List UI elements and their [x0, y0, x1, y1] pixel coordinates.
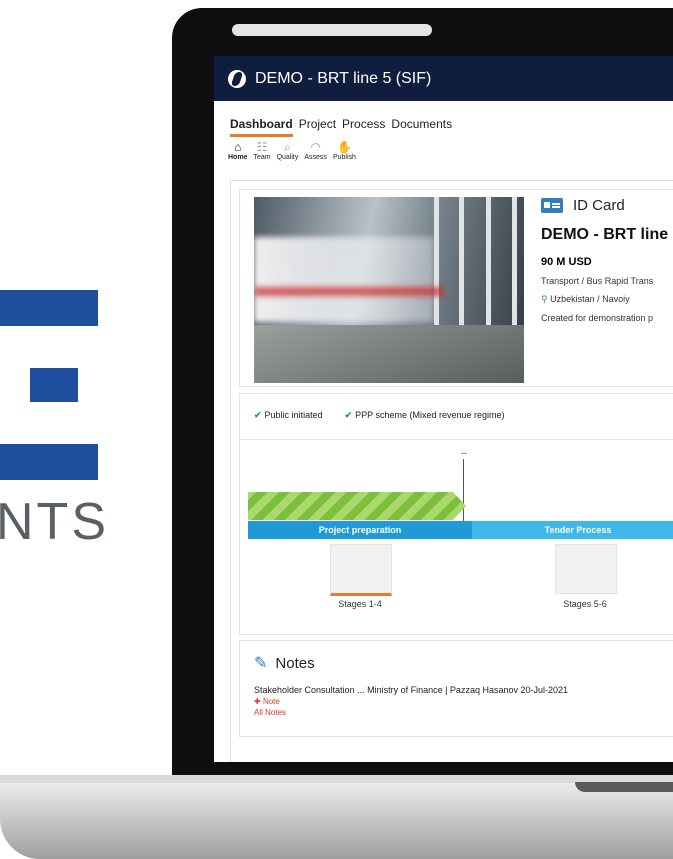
tab-documents[interactable]: Documents — [391, 117, 452, 137]
stage-label-5-6: Stages 5-6 — [563, 599, 607, 609]
handshake-icon: ✋ — [336, 140, 352, 154]
stage-label-1-4: Stages 1-4 — [338, 599, 382, 609]
team-icon: ☷ — [256, 140, 268, 154]
gauge-icon: ◠ — [310, 140, 321, 154]
project-sector: Transport / Bus Rapid Trans — [541, 276, 654, 286]
dashboard-toolbar: ⌂ Home ☷ Team ⌕ Quality ◠ Assess ✋ Publi… — [214, 137, 673, 161]
id-card: ID Card DEMO - BRT line 90 M USD Transpo… — [541, 197, 673, 323]
toolbar-quality[interactable]: ⌕ Quality — [277, 140, 299, 161]
checkmark-icon: ✔ — [254, 410, 262, 420]
brand-text: NTS — [0, 493, 109, 551]
project-title: DEMO - BRT line — [541, 226, 669, 243]
phase-project-preparation[interactable]: Project preparation — [248, 521, 472, 539]
plus-icon: ✚ — [254, 697, 263, 706]
project-description: Created for demonstration p — [541, 313, 654, 323]
check-ppp-scheme: ✔ PPP scheme (Mixed revenue regime) — [344, 410, 505, 420]
toolbar-publish[interactable]: ✋ Publish — [333, 140, 356, 161]
add-note-link[interactable]: ✚ Note — [240, 697, 673, 706]
project-overview-panel: ID Card DEMO - BRT line 90 M USD Transpo… — [239, 189, 673, 387]
laptop-camera-bar — [232, 24, 432, 36]
main-nav: Dashboard Project Process Documents — [214, 101, 673, 137]
magnifier-icon: ⌕ — [284, 140, 291, 154]
app-logo-icon — [228, 69, 246, 88]
location-pin-icon: ⚲ — [541, 294, 548, 304]
laptop-screen: DEMO - BRT line 5 (SIF) Dashboard Projec… — [214, 56, 673, 762]
tab-process[interactable]: Process — [342, 117, 385, 137]
stage-box-5-6[interactable] — [555, 544, 617, 594]
dashboard-content: ID Card DEMO - BRT line 90 M USD Transpo… — [230, 180, 673, 762]
laptop-base — [0, 775, 673, 859]
all-notes-link[interactable]: All Notes — [240, 708, 673, 717]
title-bar: DEMO - BRT line 5 (SIF) — [214, 56, 673, 101]
toolbar-home[interactable]: ⌂ Home — [228, 140, 247, 161]
project-photo — [254, 197, 524, 383]
toolbar-assess[interactable]: ◠ Assess — [304, 140, 327, 161]
window-title: DEMO - BRT line 5 (SIF) — [255, 69, 432, 87]
status-checks: ✔ Public initiated ✔ PPP scheme (Mixed rev… — [240, 394, 673, 440]
progress-bar — [248, 492, 466, 520]
notes-panel: ✎ Notes Stakeholder Consultation ... Min… — [239, 640, 673, 737]
toolbar-team[interactable]: ☷ Team — [253, 140, 270, 161]
laptop-opening-notch — [575, 782, 673, 792]
id-card-icon — [541, 198, 563, 213]
check-public-initiated: ✔ Public initiated — [254, 410, 323, 420]
phase-tender-process[interactable]: Tender Process — [472, 521, 673, 539]
note-item[interactable]: Stakeholder Consultation ... Ministry of… — [240, 673, 673, 695]
project-location: ⚲ Uzbekistan / Navoiy — [541, 294, 630, 304]
project-cost: 90 M USD — [541, 256, 592, 268]
tab-dashboard[interactable]: Dashboard — [230, 117, 293, 137]
id-card-header: ID Card — [541, 197, 673, 214]
checkmark-icon: ✔ — [344, 410, 353, 420]
tab-project[interactable]: Project — [299, 117, 336, 137]
timeline-marker-label: -- — [461, 448, 467, 458]
process-status-panel: ✔ Public initiated ✔ PPP scheme (Mixed rev… — [239, 393, 673, 635]
brand-logo — [0, 290, 100, 480]
stage-box-1-4[interactable] — [330, 544, 392, 596]
laptop-base-edge — [0, 775, 673, 783]
notes-header: ✎ Notes — [254, 654, 315, 673]
notes-icon: ✎ — [254, 655, 268, 672]
home-icon: ⌂ — [234, 140, 242, 154]
